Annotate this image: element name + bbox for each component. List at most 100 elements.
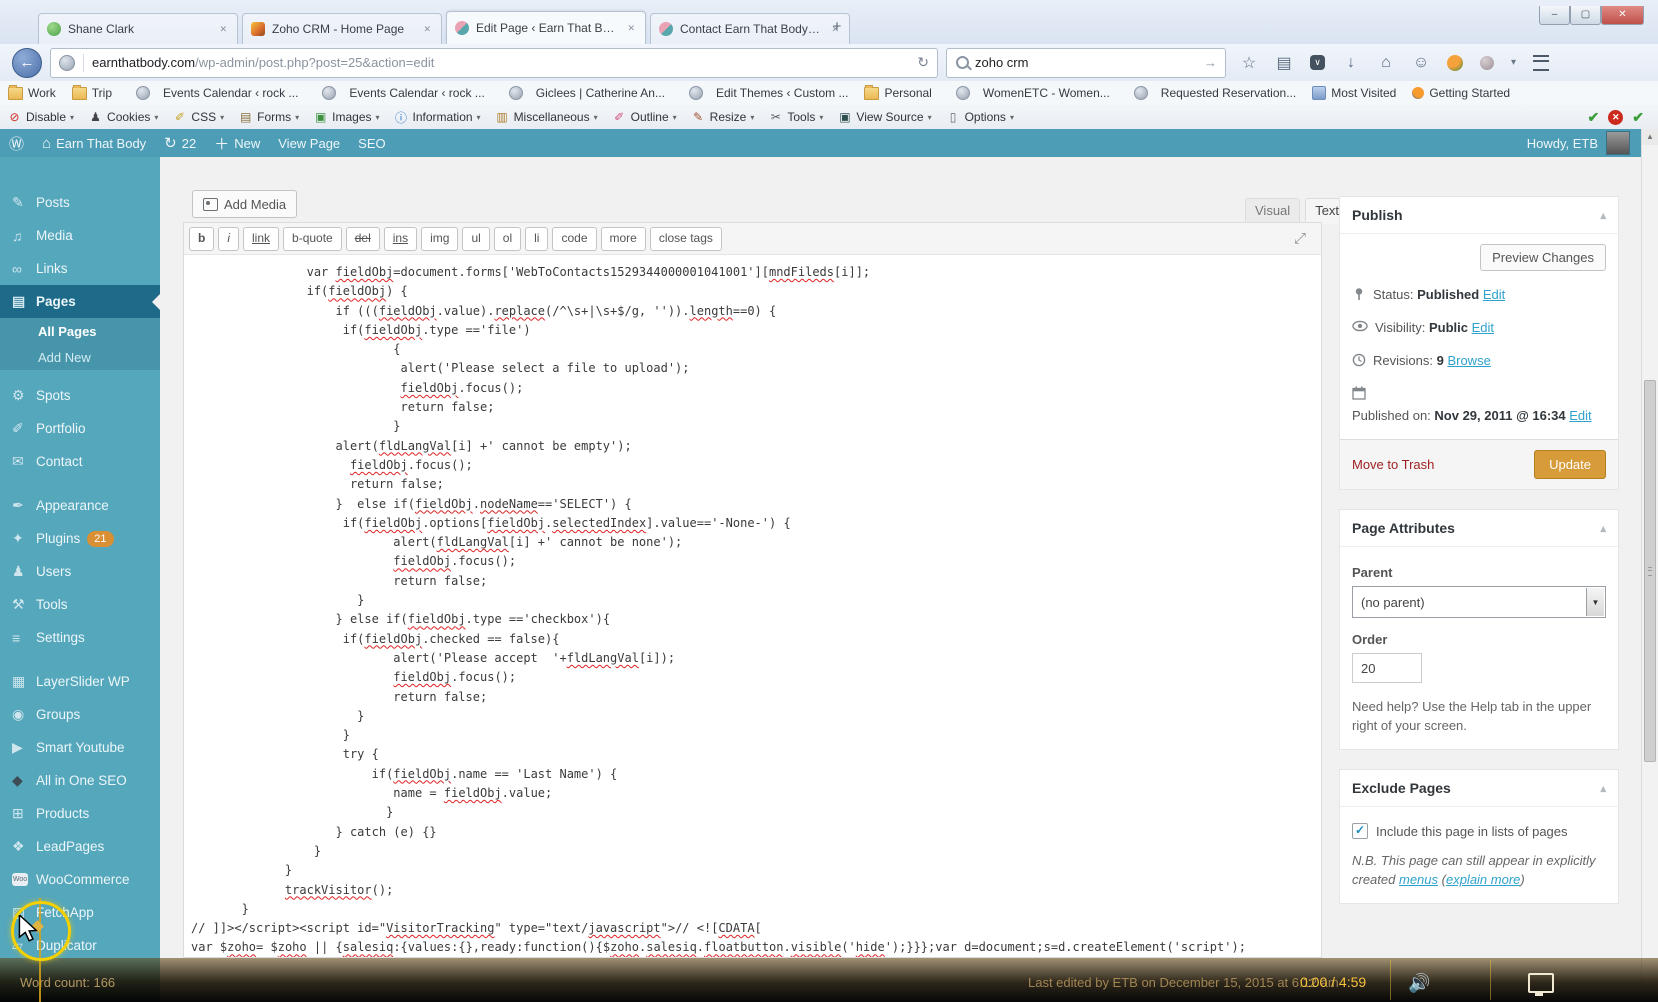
view-page-link[interactable]: View Page [269, 129, 349, 157]
webdev-menu-item[interactable]: ✐ Outline ▾ [605, 110, 684, 124]
sidebar-item[interactable]: ✐ Portfolio [0, 412, 160, 445]
fullscreen-monitor-icon[interactable] [1528, 973, 1554, 996]
panel-toggle-icon[interactable]: ▴ [1600, 522, 1606, 535]
webdev-menu-item[interactable]: ▯ Options ▾ [939, 110, 1021, 124]
webdev-menu-item[interactable]: ✂ Tools ▾ [761, 110, 830, 124]
reload-icon[interactable]: ↻ [909, 54, 937, 71]
panel-toggle-icon[interactable]: ▴ [1600, 209, 1606, 222]
sidebar-item[interactable]: ❖ LeadPages [0, 830, 160, 863]
quicktag-button[interactable]: code [552, 226, 597, 251]
webdev-menu-item[interactable]: ⊘ Disable ▾ [0, 110, 81, 124]
wp-logo-menu[interactable]: Ⓦ [0, 129, 33, 157]
sidebar-item[interactable]: Woo WooCommerce [0, 863, 160, 896]
bookmark-item[interactable]: Trip [64, 84, 120, 100]
visibility-edit-link[interactable]: Edit [1472, 320, 1494, 335]
minimize-button[interactable]: – [1539, 6, 1570, 25]
quicktag-button[interactable]: close tags [649, 226, 722, 251]
quicktag-button[interactable]: more [600, 226, 646, 251]
bookmark-item[interactable]: Giclees | Catherine An... [493, 86, 673, 100]
hello-chat-icon[interactable]: ☺ [1412, 54, 1430, 72]
sidebar-item[interactable] [0, 478, 160, 489]
sidebar-item[interactable]: ⚒ Tools [0, 588, 160, 621]
sidebar-item[interactable]: ◆ All in One SEO [0, 764, 160, 797]
overflow-caret-icon[interactable]: ▾ [1511, 57, 1516, 68]
home-icon[interactable]: ⌂ [1377, 54, 1395, 72]
avatar[interactable] [1606, 131, 1630, 155]
sidebar-item[interactable]: ⊞ Products [0, 797, 160, 830]
panel-toggle-icon[interactable]: ▴ [1600, 782, 1606, 795]
sidebar-item[interactable]: ▤ Pages [0, 285, 160, 318]
published-edit-link[interactable]: Edit [1569, 408, 1591, 423]
browser-tab[interactable]: Contact Earn That Body Au... ✕ [650, 13, 850, 44]
maximize-button[interactable]: ▢ [1570, 6, 1601, 25]
sidebar-item[interactable]: ▶ Smart Youtube [0, 731, 160, 764]
tab-close-icon[interactable]: ✕ [217, 22, 229, 37]
sidebar-item[interactable]: All Pages [0, 318, 160, 344]
webdev-menu-item[interactable]: ▥ Miscellaneous ▾ [488, 110, 605, 124]
sidebar-item[interactable]: ∞ Links [0, 252, 160, 285]
quicktag-button[interactable]: link [243, 226, 280, 251]
sidebar-item[interactable]: ◉ Groups [0, 698, 160, 731]
site-identity-icon[interactable] [59, 54, 75, 71]
include-page-checkbox[interactable]: ✓ [1352, 823, 1368, 839]
bookmark-item[interactable]: Most Visited [1304, 86, 1404, 100]
url-bar[interactable]: earnthatbody.com /wp-admin/post.php?post… [50, 47, 938, 78]
bookmark-item[interactable]: Requested Reservation... [1118, 86, 1304, 100]
search-icon[interactable] [956, 56, 969, 69]
move-to-trash-link[interactable]: Move to Trash [1352, 457, 1434, 472]
search-bar[interactable]: → [946, 47, 1226, 78]
bookmarks-menu-icon[interactable]: ▤ [1275, 53, 1293, 73]
valid-check-icon-2[interactable]: ✔ [1632, 109, 1644, 126]
bookmark-item[interactable]: Edit Themes ‹ Custom ... [673, 86, 857, 100]
preview-changes-button[interactable]: Preview Changes [1480, 244, 1606, 271]
addon-icon-color[interactable] [1447, 54, 1463, 71]
menus-link[interactable]: menus [1399, 872, 1438, 887]
webdev-menu-item[interactable]: ⓘ Information ▾ [387, 109, 488, 126]
quicktag-button[interactable]: li [525, 226, 549, 251]
search-go-icon[interactable]: → [1196, 55, 1225, 70]
explain-more-link[interactable]: explain more [1446, 872, 1520, 887]
sidebar-item[interactable]: ✉ Contact [0, 445, 160, 478]
browser-tab[interactable]: Zoho CRM - Home Page ✕ [242, 13, 442, 44]
webdev-menu-item[interactable]: ▣ Images ▾ [306, 110, 386, 124]
sidebar-item[interactable]: ≡ Settings [0, 621, 160, 654]
sidebar-item[interactable]: Add New [0, 344, 160, 370]
quicktag-button[interactable]: i [218, 226, 240, 251]
howdy-account-menu[interactable]: Howdy, ETB [1527, 136, 1598, 151]
webdev-menu-item[interactable]: ✐ CSS ▾ [165, 110, 231, 124]
sidebar-item[interactable] [0, 654, 160, 665]
quicktag-button[interactable]: del [345, 226, 380, 251]
bookmark-item[interactable]: Events Calendar ‹ rock ... [306, 86, 492, 100]
scrollbar-up-icon[interactable]: ▲ [1642, 129, 1658, 145]
browser-tab[interactable]: Edit Page ‹ Earn That Body ... ✕ [446, 11, 646, 44]
tab-visual[interactable]: Visual [1245, 198, 1301, 223]
tab-close-icon[interactable]: ✕ [421, 22, 433, 37]
search-input[interactable] [973, 54, 1196, 71]
sidebar-item[interactable]: ♫ Media [0, 219, 160, 252]
pocket-icon[interactable]: ∨ [1310, 55, 1325, 70]
error-x-icon[interactable]: ✕ [1608, 109, 1624, 125]
webdev-menu-item[interactable]: ♟ Cookies ▾ [81, 110, 165, 124]
quicktag-button[interactable]: ul [462, 226, 490, 251]
downloads-icon[interactable]: ↓ [1342, 54, 1360, 72]
fullscreen-icon[interactable]: ⤢ [1294, 230, 1316, 247]
back-button[interactable]: ← [12, 47, 42, 78]
bookmark-item[interactable]: Getting Started [1404, 86, 1518, 100]
update-button[interactable]: Update [1534, 450, 1606, 479]
sidebar-item[interactable]: ▦ LayerSlider WP [0, 665, 160, 698]
sidebar-item[interactable]: ✎ Posts [0, 186, 160, 219]
order-input[interactable]: 20 [1352, 653, 1422, 683]
sidebar-item[interactable]: ✒ Appearance [0, 489, 160, 522]
site-name-menu[interactable]: ⌂ Earn That Body [33, 129, 155, 157]
quicktag-button[interactable]: ins [383, 226, 418, 251]
tab-close-icon[interactable]: ✕ [625, 21, 637, 36]
seo-menu[interactable]: SEO [349, 129, 394, 157]
webdev-menu-item[interactable]: ▤ Forms ▾ [231, 110, 306, 124]
speaker-icon[interactable]: 🔊 [1408, 973, 1430, 994]
quicktag-button[interactable]: b-quote [283, 226, 342, 251]
select-arrow-icon[interactable]: ▼ [1586, 588, 1604, 616]
revisions-browse-link[interactable]: Browse [1447, 353, 1490, 368]
bookmark-item[interactable]: Personal [856, 84, 939, 100]
webdev-menu-item[interactable]: ✎ Resize ▾ [684, 110, 762, 124]
scrollbar[interactable]: ▲ [1641, 129, 1658, 1002]
